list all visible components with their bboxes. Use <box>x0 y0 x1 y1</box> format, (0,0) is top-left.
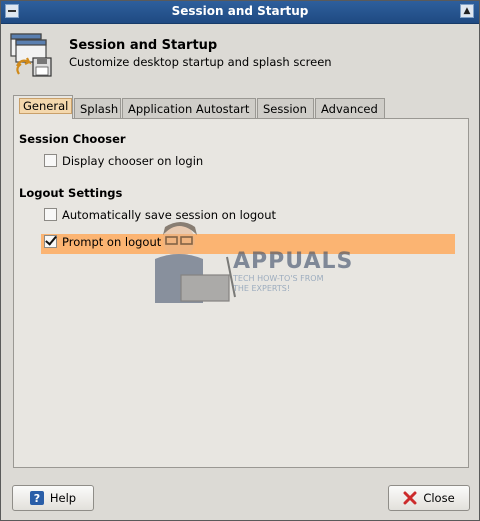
tab-session[interactable]: Session <box>257 98 314 118</box>
auto-save-box[interactable] <box>44 208 57 221</box>
window-title: Session and Startup <box>171 4 309 18</box>
header-subtitle: Customize desktop startup and splash scr… <box>69 55 332 69</box>
appuals-watermark: APPUALS TECH HOW-TO'S FROM THE EXPERTS! <box>233 249 353 294</box>
tab-general-label: General <box>19 98 73 114</box>
display-chooser-checkbox[interactable]: Display chooser on login <box>44 154 203 172</box>
tab-application-autostart[interactable]: Application Autostart <box>122 98 256 118</box>
tab-splash-label: Splash <box>80 102 119 116</box>
display-chooser-label: Display chooser on login <box>62 154 204 168</box>
prompt-on-logout-box[interactable] <box>44 235 57 248</box>
tab-advanced-label: Advanced <box>321 102 378 116</box>
watermark-brand: APPUALS <box>233 249 354 274</box>
close-icon <box>403 491 417 505</box>
display-chooser-box[interactable] <box>44 154 57 167</box>
tab-application-autostart-label: Application Autostart <box>128 102 250 116</box>
close-button[interactable]: Close <box>388 485 470 511</box>
tab-splash[interactable]: Splash <box>74 98 121 118</box>
session-startup-icon <box>10 33 52 77</box>
title-bar[interactable]: Session and Startup ▲ <box>1 1 479 24</box>
svg-text:?: ? <box>34 492 40 505</box>
roll-up-icon[interactable]: ▲ <box>460 4 474 18</box>
tab-general[interactable]: General <box>13 95 73 119</box>
session-chooser-heading: Session Chooser <box>19 132 126 146</box>
help-button[interactable]: ? Help <box>12 485 94 511</box>
dialog-header: Session and Startup Customize desktop st… <box>1 24 479 86</box>
tab-advanced[interactable]: Advanced <box>315 98 385 118</box>
help-icon: ? <box>29 491 44 505</box>
watermark-tagline-1: TECH HOW-TO'S FROM <box>233 274 324 283</box>
watermark-tagline-2: THE EXPERTS! <box>233 284 291 293</box>
logout-settings-heading: Logout Settings <box>19 186 123 200</box>
header-title: Session and Startup <box>69 38 218 53</box>
close-button-label: Close <box>423 491 455 505</box>
tab-session-label: Session <box>263 102 307 116</box>
help-button-label: Help <box>49 491 77 505</box>
session-startup-window: Session and Startup ▲ Session and Startu… <box>0 0 480 521</box>
